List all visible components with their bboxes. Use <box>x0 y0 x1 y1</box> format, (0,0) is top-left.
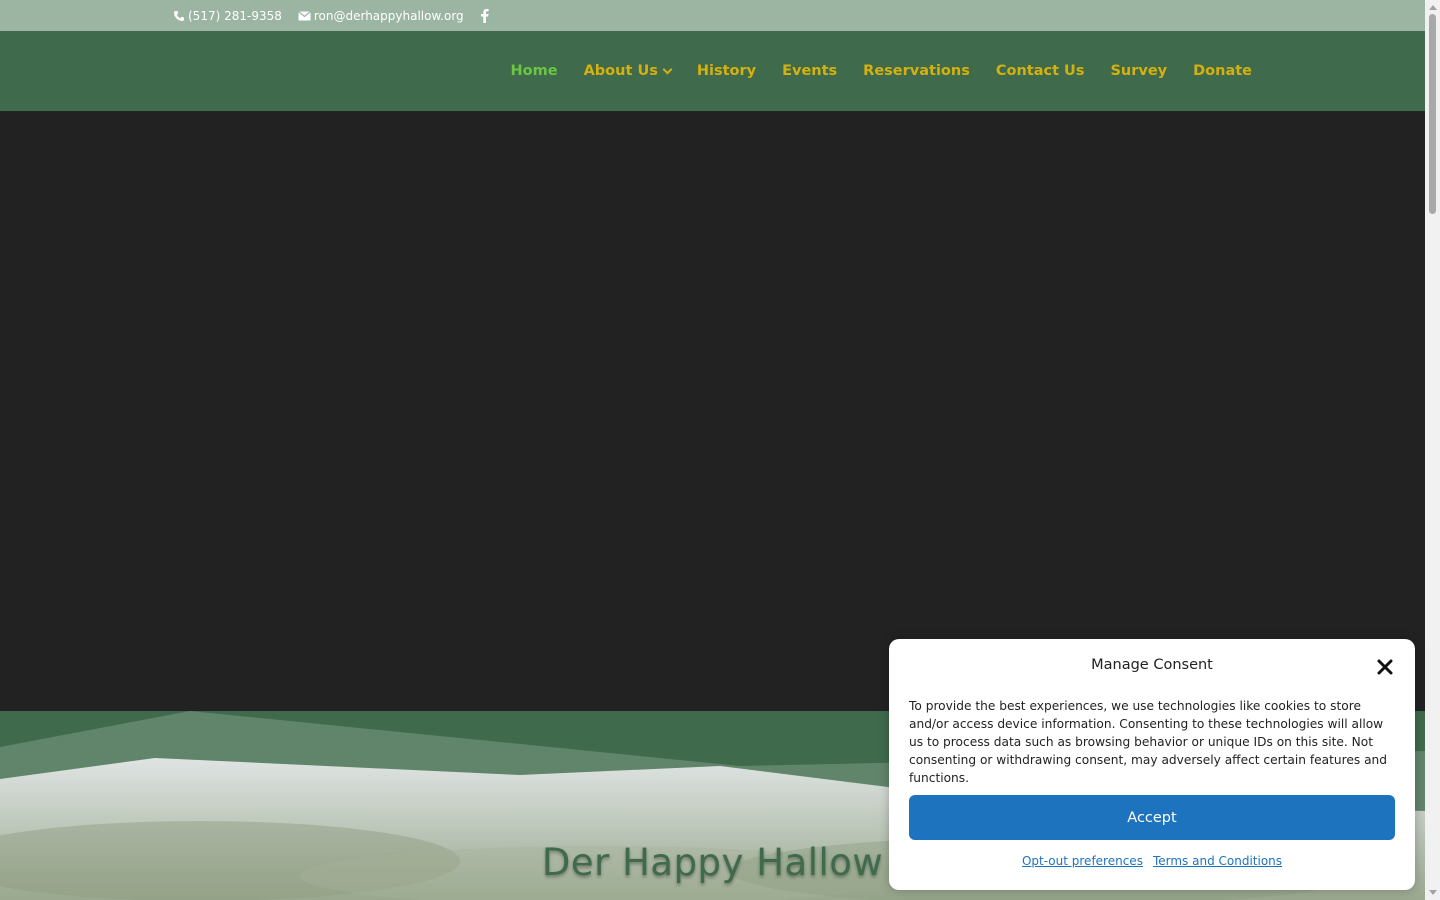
phone-link[interactable]: (517) 281-9358 <box>173 9 282 23</box>
nav-label: Donate <box>1193 63 1252 79</box>
nav-label: About Us <box>583 63 658 79</box>
email-link[interactable]: ron@derhappyhallow.org <box>297 8 464 23</box>
consent-links: Opt-out preferences Terms and Conditions <box>889 854 1415 868</box>
nav-item-events[interactable]: Events <box>782 63 837 79</box>
phone-number: (517) 281-9358 <box>188 8 282 23</box>
facebook-icon <box>480 8 489 23</box>
chevron-down-icon <box>662 64 673 74</box>
hero-video-area <box>0 111 1425 711</box>
consent-description: To provide the best experiences, we use … <box>909 699 1388 785</box>
opt-out-preferences-link[interactable]: Opt-out preferences <box>1022 854 1143 868</box>
main-header: Home About Us History Events Reservation… <box>0 31 1425 111</box>
email-address: ron@derhappyhallow.org <box>313 8 464 23</box>
page-scrollbar[interactable] <box>1425 0 1440 900</box>
phone-icon <box>173 10 185 22</box>
accept-button[interactable]: Accept <box>909 795 1395 840</box>
nav-label: Survey <box>1110 63 1168 79</box>
nav-item-history[interactable]: History <box>697 63 756 79</box>
consent-title: Manage Consent <box>1091 657 1213 673</box>
nav-item-donate[interactable]: Donate <box>1193 63 1252 79</box>
scrollbar-thumb[interactable] <box>1429 14 1436 214</box>
nav-label: Home <box>510 63 558 79</box>
envelope-icon <box>297 10 311 21</box>
main-navigation: Home About Us History Events Reservation… <box>511 31 1252 111</box>
nav-item-reservations[interactable]: Reservations <box>863 63 970 79</box>
nav-label: History <box>696 63 757 79</box>
top-bar: (517) 281-9358 ron@derhappyhallow.org <box>0 0 1425 31</box>
nav-item-survey[interactable]: Survey <box>1110 63 1167 79</box>
close-icon[interactable] <box>1375 657 1395 677</box>
scroll-down-arrow-icon[interactable] <box>1429 890 1437 895</box>
top-bar-contact: (517) 281-9358 ron@derhappyhallow.org <box>173 0 489 31</box>
nav-item-contact-us[interactable]: Contact Us <box>996 63 1085 79</box>
facebook-link[interactable] <box>480 8 489 23</box>
nav-item-about-us[interactable]: About Us <box>583 63 673 79</box>
nav-label: Contact Us <box>995 63 1085 79</box>
terms-and-conditions-link[interactable]: Terms and Conditions <box>1153 854 1282 868</box>
nav-label: Reservations <box>863 63 970 79</box>
consent-dialog: Manage Consent To provide the best exper… <box>889 639 1415 890</box>
nav-label: Events <box>782 63 838 79</box>
nav-item-home[interactable]: Home <box>511 63 558 79</box>
scroll-up-arrow-icon[interactable] <box>1429 5 1437 10</box>
